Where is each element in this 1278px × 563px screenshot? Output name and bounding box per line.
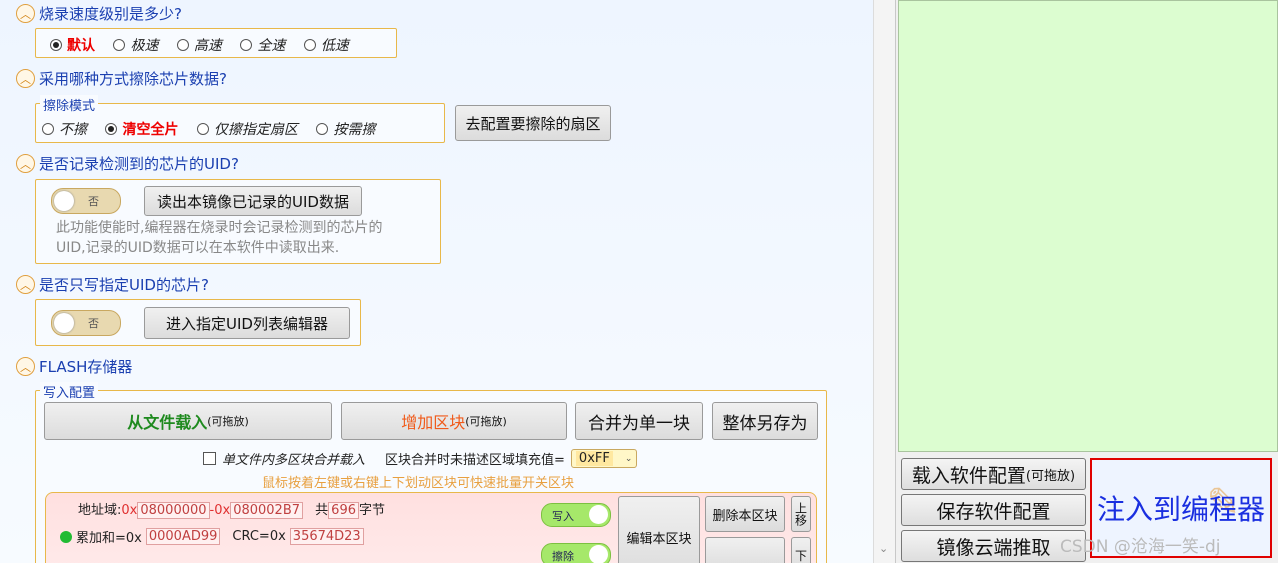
status-dot-icon — [60, 530, 72, 543]
erase-sectors-radio[interactable]: 仅擦指定扇区 — [196, 119, 298, 139]
addr-start-field[interactable]: 08000000 — [137, 502, 210, 519]
write-config-legend: 写入配置 — [40, 382, 99, 401]
chevron-up-icon[interactable]: ︿ — [16, 4, 35, 23]
erase-none-radio[interactable]: 不擦 — [42, 119, 87, 139]
speed-full-radio[interactable]: 全速 — [240, 35, 285, 55]
fill-value-label: 区块合并时未描述区域填充值= — [385, 453, 565, 468]
vertical-scrollbar[interactable]: ⌄ — [873, 0, 895, 563]
cloud-push-button[interactable]: 镜像云端推取 — [901, 530, 1086, 562]
read-uid-button[interactable]: 读出本镜像已记录的UID数据 — [144, 186, 362, 216]
save-software-config-button[interactable]: 保存软件配置 — [901, 494, 1086, 526]
uid-record-desc-1: 此功能使能时,编程器在烧录时会记录检测到的芯片的 — [56, 220, 383, 236]
block-action-button[interactable] — [705, 537, 785, 563]
configure-sectors-button[interactable]: 去配置要擦除的扇区 — [455, 105, 611, 141]
chevron-up-icon[interactable]: ︿ — [16, 275, 35, 294]
save-as-button[interactable]: 整体另存为 — [712, 402, 818, 440]
uid-record-toggle[interactable]: 否 — [51, 188, 121, 214]
merge-load-label: 单文件内多区块合并载入 — [222, 453, 366, 468]
speed-default-radio[interactable]: 默认 — [50, 35, 95, 55]
uid-record-box: 否 读出本镜像已记录的UID数据 此功能使能时,编程器在烧录时会记录检测到的芯片… — [35, 179, 441, 264]
speed-extreme-radio[interactable]: 极速 — [113, 35, 158, 55]
section-speed-header[interactable]: ︿ 烧录速度级别是多少? — [16, 3, 182, 24]
uid-list-editor-button[interactable]: 进入指定UID列表编辑器 — [144, 307, 350, 339]
section-uid-only-header[interactable]: ︿ 是否只写指定UID的芯片? — [16, 274, 209, 295]
log-area — [898, 0, 1278, 452]
addr-label: 地址域: — [78, 503, 122, 518]
chevron-up-icon[interactable]: ︿ — [16, 357, 35, 376]
section-uid-record-title: 是否记录检测到的芯片的UID? — [39, 155, 239, 173]
flash-block[interactable]: 地址域:0x 08000000 -0x 080002B7 共 696 字节 累加和=0x 0… — [45, 492, 817, 563]
addr-end-field[interactable]: 080002B7 — [230, 502, 304, 519]
section-uid-only-title: 是否只写指定UID的芯片? — [39, 276, 209, 294]
section-uid-record-header[interactable]: ︿ 是否记录检测到的芯片的UID? — [16, 153, 239, 174]
section-erase-title: 采用哪种方式擦除芯片数据? — [39, 70, 227, 88]
write-toggle[interactable]: 写入 — [541, 503, 611, 527]
erase-full-radio[interactable]: 清空全片 — [105, 119, 178, 139]
sum-field: 0000AD99 — [145, 528, 221, 545]
edit-block-button[interactable]: 编辑本区块 — [618, 496, 700, 563]
uid-only-toggle[interactable]: 否 — [51, 310, 121, 336]
chevron-up-icon[interactable]: ︿ — [16, 154, 35, 173]
speed-options: 默认 极速 高速 全速 低速 — [35, 28, 397, 58]
speed-high-radio[interactable]: 高速 — [176, 35, 222, 55]
crc-field: 35674D23 — [289, 528, 364, 545]
erase-mode-legend: 擦除模式 — [40, 95, 99, 114]
watermark: CSDN @沧海一笑-dj — [1060, 537, 1221, 557]
section-speed-title: 烧录速度级别是多少? — [39, 5, 182, 23]
chevron-up-icon[interactable]: ︿ — [16, 69, 35, 88]
section-flash-title: FLASH存储器 — [39, 358, 133, 376]
erase-on-demand-radio[interactable]: 按需擦 — [316, 119, 375, 139]
config-panel: ︿ 烧录速度级别是多少? 默认 极速 高速 全速 低速 ︿ 采用哪种方式擦除芯片… — [0, 0, 896, 563]
total-bytes-field: 696 — [328, 502, 359, 519]
erase-toggle[interactable]: 擦除 — [541, 543, 611, 563]
chevron-down-icon: ⌄ — [624, 453, 633, 464]
uid-record-desc-2: UID,记录的UID数据可以在本软件中读取出来. — [56, 240, 340, 256]
move-up-button[interactable]: 上移 — [791, 496, 811, 532]
load-from-file-button[interactable]: 从文件载入 (可拖放) — [44, 402, 332, 440]
move-down-button[interactable]: 下 — [791, 537, 811, 563]
fill-value-select[interactable]: 0xFF ⌄ — [570, 449, 638, 468]
load-software-config-button[interactable]: 载入软件配置 (可拖放) — [901, 458, 1086, 490]
uid-only-box: 否 进入指定UID列表编辑器 — [35, 299, 361, 346]
section-erase-header[interactable]: ︿ 采用哪种方式擦除芯片数据? — [16, 68, 227, 89]
add-block-button[interactable]: 增加区块 (可拖放) — [341, 402, 567, 440]
section-flash-header[interactable]: ︿ FLASH存储器 — [16, 356, 132, 377]
merge-load-checkbox[interactable] — [203, 452, 216, 465]
chevron-down-icon[interactable]: ⌄ — [879, 542, 888, 555]
speed-low-radio[interactable]: 低速 — [303, 35, 349, 55]
drag-hint: 鼠标按着左键或右键上下划动区块可快速批量开关区块 — [262, 476, 575, 491]
merge-button[interactable]: 合并为单一块 — [575, 402, 703, 440]
delete-block-button[interactable]: 删除本区块 — [705, 496, 785, 532]
